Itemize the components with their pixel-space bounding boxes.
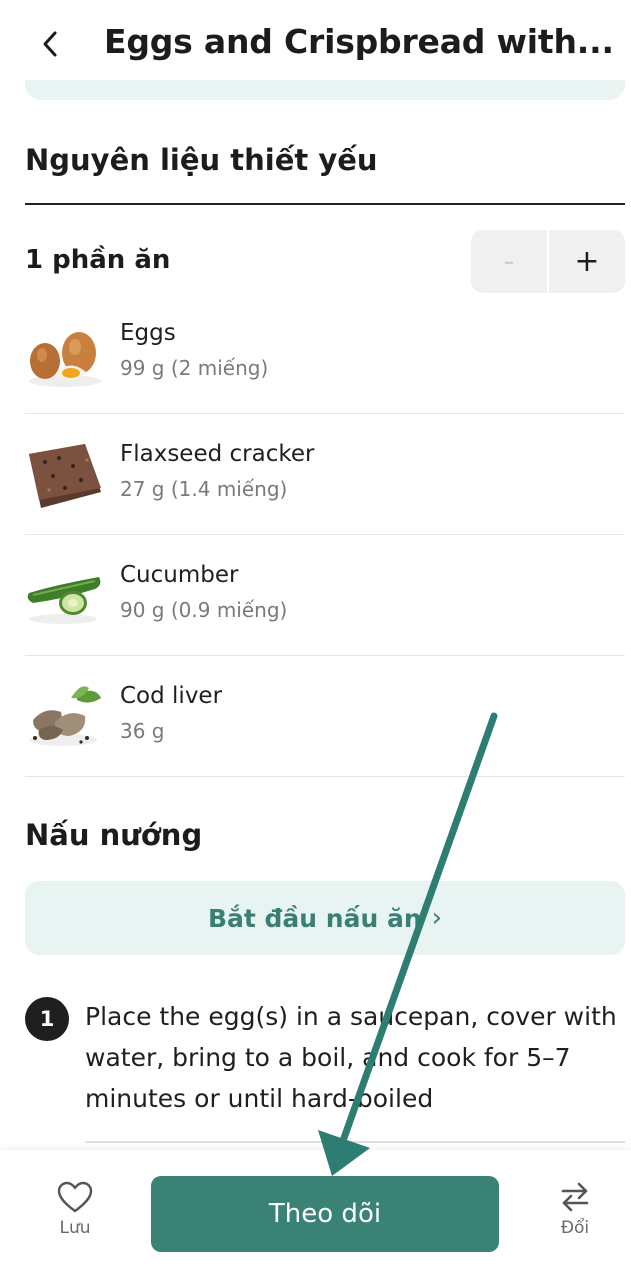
ingredient-name: Cod liver: [120, 683, 223, 709]
ingredient-quantity: 27 g (1.4 miếng): [120, 477, 288, 501]
step-text: Place the egg(s) in a saucepan, cover wi…: [85, 1002, 617, 1113]
ingredient-item[interactable]: Cod liver 36 g: [25, 656, 625, 777]
page-title: Eggs and Crispbread with...: [104, 22, 614, 61]
chevron-right-icon: ›: [431, 903, 443, 933]
ingredient-item[interactable]: Flaxseed cracker 27 g (1.4 miếng): [25, 414, 625, 535]
swap-button[interactable]: Đổi: [530, 1180, 620, 1250]
cod-liver-image: [29, 686, 101, 746]
ingredient-item[interactable]: Eggs 99 g (2 miếng): [25, 293, 625, 414]
ingredient-item[interactable]: Cucumber 90 g (0.9 miếng): [25, 535, 625, 656]
swap-label: Đổi: [560, 1218, 590, 1238]
cucumber-image: [27, 577, 101, 624]
divider: [25, 203, 625, 205]
cracker-image: [29, 444, 101, 508]
ingredient-name: Eggs: [120, 320, 176, 346]
eggs-image: [29, 332, 101, 387]
decrease-servings-button[interactable]: -: [471, 230, 547, 293]
back-button[interactable]: [28, 22, 72, 66]
bottom-action-bar: Lưu Theo dõi Đổi: [0, 1150, 631, 1280]
follow-label: Theo dõi: [268, 1199, 382, 1229]
ingredient-name: Flaxseed cracker: [120, 441, 315, 467]
cooking-heading: Nấu nướng: [25, 818, 203, 852]
ingredients-heading: Nguyên liệu thiết yếu: [25, 143, 378, 177]
ingredient-quantity: 90 g (0.9 miếng): [120, 598, 288, 622]
swap-icon: [561, 1182, 589, 1212]
start-cooking-button[interactable]: Bắt đầu nấu ăn ›: [25, 881, 625, 955]
ingredient-quantity: 36 g: [120, 719, 165, 743]
top-app-bar: Eggs and Crispbread with...: [0, 0, 631, 80]
chevron-left-icon: [43, 31, 57, 57]
save-label: Lưu: [59, 1218, 91, 1238]
follow-button[interactable]: Theo dõi: [151, 1176, 499, 1252]
servings-stepper: - +: [471, 230, 625, 293]
heart-icon: [57, 1181, 93, 1213]
start-cooking-label: Bắt đầu nấu ăn: [207, 903, 422, 933]
servings-label: 1 phần ăn: [25, 245, 171, 275]
step-number-badge: 1: [25, 997, 69, 1041]
ingredient-name: Cucumber: [120, 562, 239, 588]
increase-servings-button[interactable]: +: [549, 230, 625, 293]
ingredient-quantity: 99 g (2 miếng): [120, 356, 269, 380]
save-button[interactable]: Lưu: [30, 1180, 120, 1250]
divider: [85, 1141, 625, 1143]
